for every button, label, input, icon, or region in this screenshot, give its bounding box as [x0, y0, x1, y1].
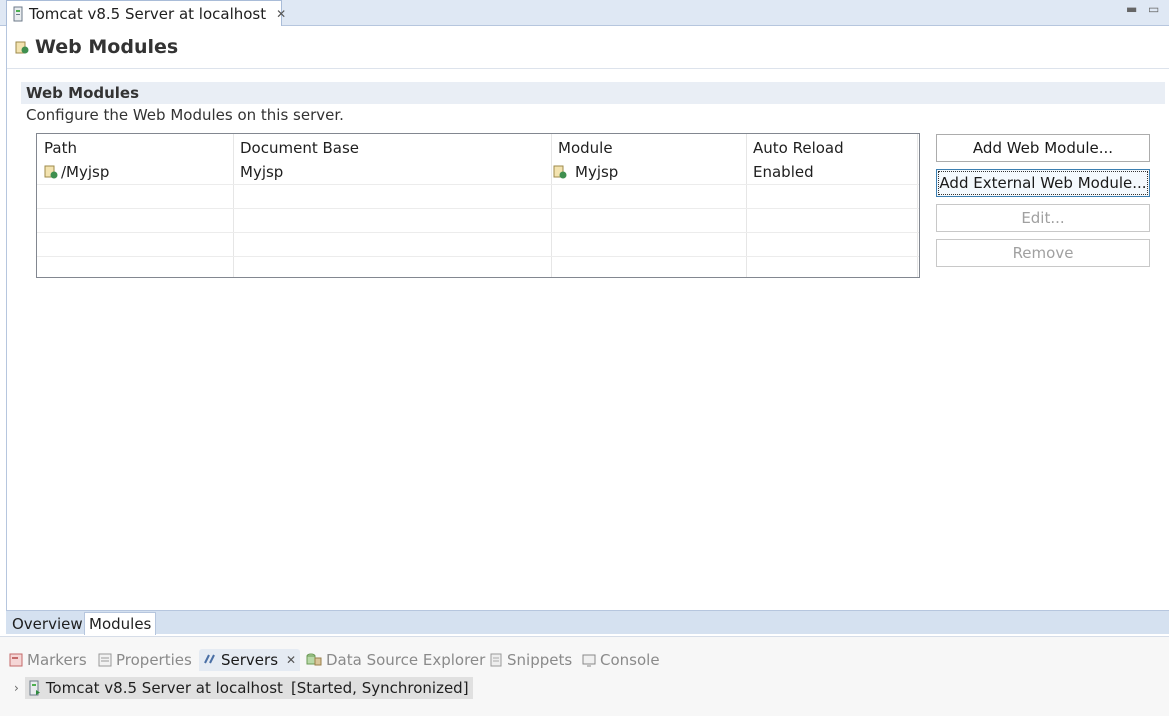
cell-path-text: /Myjsp [61, 163, 110, 181]
row-separator [37, 232, 919, 233]
server-status: [Started, Synchronized] [290, 679, 469, 697]
column-header-module[interactable]: Module [558, 137, 613, 159]
tab-markers-label: Markers [27, 651, 87, 669]
tab-servers-label: Servers [221, 651, 279, 669]
section-title: Web Modules [26, 84, 140, 102]
cell-path: /Myjsp [44, 161, 109, 183]
tab-markers[interactable]: Markers [9, 649, 87, 671]
editor-body: Web Modules Web Modules Configure the We… [6, 26, 1169, 610]
row-separator [37, 184, 919, 185]
close-icon[interactable]: ✕ [286, 653, 296, 667]
snippets-icon [490, 653, 502, 667]
tab-modules[interactable]: Modules [84, 612, 157, 635]
edit-button[interactable]: Edit... [936, 204, 1150, 232]
add-external-web-module-button[interactable]: Add External Web Module... [936, 169, 1150, 197]
view-tab-bar: Markers Properties Servers ✕ Data Source… [0, 637, 1169, 677]
section-description: Configure the Web Modules on this server… [26, 106, 344, 124]
editor-tab-label: Tomcat v8.5 Server at localhost [29, 4, 267, 23]
cell-auto-reload: Enabled [753, 163, 814, 181]
server-icon [29, 680, 40, 696]
table-row[interactable]: /Myjsp Myjsp Myjsp Enabled [37, 161, 919, 183]
tab-properties[interactable]: Properties [98, 649, 192, 671]
cell-module: Myjsp [553, 161, 618, 183]
servers-icon [204, 654, 215, 664]
database-icon [306, 653, 322, 666]
close-icon[interactable]: ✕ [276, 7, 286, 21]
column-header-auto-reload[interactable]: Auto Reload [753, 137, 844, 159]
divider [7, 68, 1169, 69]
cell-module-text: Myjsp [575, 163, 619, 181]
section-header: Web Modules [21, 82, 1165, 104]
server-icon [13, 6, 23, 21]
maximize-icon[interactable]: ▭ [1148, 2, 1159, 16]
row-separator [37, 208, 919, 209]
editor-page-tabs: Overview Modules [6, 610, 1169, 635]
editor-tab-tomcat-server[interactable]: Tomcat v8.5 Server at localhost ✕ [6, 0, 286, 26]
tab-console-label: Console [600, 651, 660, 669]
page-header: Web Modules [15, 36, 178, 58]
row-separator [37, 256, 919, 257]
web-module-icon [553, 165, 567, 179]
remove-button[interactable]: Remove [936, 239, 1150, 267]
tab-overview[interactable]: Overview [8, 612, 87, 635]
servers-view-panel: Markers Properties Servers ✕ Data Source… [0, 636, 1169, 716]
web-module-icon [15, 41, 29, 54]
web-module-icon [44, 165, 58, 179]
chevron-right-icon[interactable]: › [14, 681, 19, 695]
editor-tab-bar: Tomcat v8.5 Server at localhost ✕ ▬ ▭ [0, 0, 1169, 26]
column-header-path[interactable]: Path [44, 137, 77, 159]
web-modules-table[interactable]: Path Document Base Module Auto Reload /M… [36, 133, 920, 278]
server-tree-item-selection[interactable]: Tomcat v8.5 Server at localhost [Started… [24, 677, 473, 699]
tab-snippets[interactable]: Snippets [489, 649, 572, 671]
server-name: Tomcat v8.5 Server at localhost [45, 679, 283, 697]
add-web-module-button[interactable]: Add Web Module... [936, 134, 1150, 162]
column-header-document-base[interactable]: Document Base [240, 137, 359, 159]
tab-snippets-label: Snippets [507, 651, 573, 669]
minimize-icon[interactable]: ▬ [1126, 2, 1137, 16]
tab-properties-label: Properties [116, 651, 192, 669]
page-title: Web Modules [35, 36, 179, 58]
tab-data-source-explorer-label: Data Source Explorer [326, 651, 486, 669]
tab-servers[interactable]: Servers ✕ [199, 649, 301, 671]
tab-data-source-explorer[interactable]: Data Source Explorer [306, 649, 485, 671]
properties-icon [98, 653, 112, 667]
server-tree-item[interactable]: › Tomcat v8.5 Server at localhost [Start… [14, 677, 473, 699]
markers-icon [9, 653, 23, 667]
cell-document-base: Myjsp [240, 163, 284, 181]
tab-console[interactable]: Console [582, 649, 660, 671]
console-icon [582, 654, 596, 667]
